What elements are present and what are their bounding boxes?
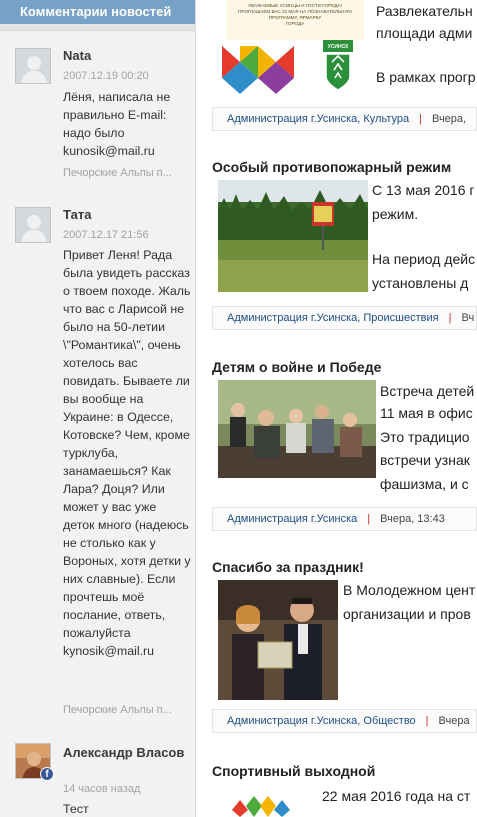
person-silhouette-icon[interactable] — [15, 48, 51, 84]
comment-author[interactable]: Александр Власов — [63, 743, 191, 762]
comment-text: Привет Леня! Рада была увидеть рассказ о… — [63, 248, 191, 658]
article-excerpt: В рамках прогр — [376, 69, 476, 85]
article-excerpt: С 13 мая 2016 г — [372, 182, 475, 198]
article-category-link[interactable]: Администрация г.Усинска, Общество — [227, 715, 416, 727]
facebook-icon: f — [40, 767, 54, 781]
article-title[interactable]: Детям о войне и Победе — [212, 358, 381, 376]
comment-date: 14 часов назад — [63, 783, 141, 795]
news-article: Особый противопожарный режим С 13 мая 20… — [212, 158, 477, 338]
article-excerpt: режим. — [372, 206, 419, 222]
article-title[interactable]: Особый противопожарный режим — [212, 158, 451, 176]
comment-item: Тата 2007.12.17 21:56 Привет Леня! Рада … — [0, 207, 195, 722]
article-excerpt: На период дейс — [372, 251, 476, 267]
comment-author[interactable]: Тата — [63, 207, 191, 223]
comment-source-link[interactable]: Печорские Альпы п... — [63, 703, 172, 717]
article-date: Вчера, 13:43 — [380, 513, 445, 525]
article-meta-bar: Администрация г.Усинска, Культура | Вчера, — [212, 107, 477, 131]
comment-text: Лёня, написала не правильно E-mail: надо… — [63, 90, 171, 158]
article-meta-bar: Администрация г.Усинска, Общество | Вчера — [212, 709, 477, 733]
comment-item: f Александр Власов 14 часов назад Тест — [0, 743, 195, 817]
article-date: Вчера, — [431, 113, 467, 125]
article-thumbnail[interactable] — [218, 786, 308, 817]
article-thumbnail[interactable]: УВАЖАЕМЫЕ УСИНЦЫ И ГОСТИ ГОРОДА! ПРИГЛАШ… — [218, 0, 372, 94]
article-excerpt: фашизма, и с — [380, 476, 469, 492]
article-excerpt: 11 мая в офис — [380, 405, 473, 421]
article-title[interactable]: Спасибо за праздник! — [212, 558, 364, 576]
article-thumbnail[interactable] — [218, 380, 376, 478]
news-article: УВАЖАЕМЫЕ УСИНЦЫ И ГОСТИ ГОРОДА! ПРИГЛАШ… — [212, 0, 477, 132]
article-excerpt: Это традицио — [380, 429, 470, 445]
article-date: Вчера — [438, 715, 470, 727]
news-article: Спортивный выходной 22 мая 2016 года на … — [212, 762, 477, 817]
meta-separator: | — [425, 715, 429, 727]
comment-author[interactable]: Nata — [63, 48, 191, 64]
article-excerpt: В Молодежном цент — [343, 582, 476, 598]
poster-text: УСИНСК — [328, 44, 350, 50]
comment-date: 2007.12.19 00:20 — [63, 70, 149, 82]
article-excerpt: площади адми — [376, 25, 473, 41]
news-article: Детям о войне и Победе Встреча детей 11 … — [212, 358, 477, 538]
article-thumbnail[interactable] — [218, 580, 338, 700]
news-comments-sidebar: Комментарии новостей Nata 2007.12.19 00:… — [0, 0, 196, 817]
article-title[interactable]: Спортивный выходной — [212, 762, 375, 780]
meta-separator: | — [448, 312, 452, 324]
poster-text: ГОРОДА — [286, 21, 305, 26]
comment-source-link[interactable]: Печорские Альпы п... — [63, 166, 172, 180]
meta-separator: | — [419, 113, 422, 125]
poster-text: ПРОГРАММУ, ЯРМАРКУ — [269, 15, 322, 20]
article-thumbnail[interactable] — [218, 180, 368, 292]
sidebar-divider — [0, 24, 195, 31]
poster-text: ПРИГЛАШАЕМ ВАС 22 МАЯ НА ПОЗНАВАТЕЛЬНУЮ — [238, 9, 352, 14]
article-excerpt: Встреча детей — [380, 383, 475, 399]
sidebar-title: Комментарии новостей — [0, 0, 195, 24]
article-category-link[interactable]: Администрация г.Усинска, Происшествия — [227, 312, 439, 324]
poster-text: УВАЖАЕМЫЕ УСИНЦЫ И ГОСТИ ГОРОДА! — [248, 3, 342, 8]
person-silhouette-icon[interactable] — [15, 207, 51, 243]
article-category-link[interactable]: Администрация г.Усинска — [227, 513, 357, 525]
comment-item: Nata 2007.12.19 00:20 Лёня, написала не … — [0, 48, 195, 188]
comment-text: Тест — [63, 802, 89, 816]
meta-separator: | — [367, 513, 371, 525]
article-meta-bar: Администрация г.Усинска, Происшествия | Вч — [212, 306, 477, 330]
article-meta-bar: Администрация г.Усинска | Вчера, 13:43 — [212, 507, 477, 531]
article-excerpt: организации и пров — [343, 606, 471, 622]
news-article: Спасибо за праздник! В Молодежном цент о… — [212, 558, 477, 738]
article-excerpt: Развлекательн — [376, 3, 473, 19]
article-category-link[interactable]: Администрация г.Усинска, Культура — [227, 113, 409, 125]
comment-date: 2007.12.17 21:56 — [63, 229, 149, 241]
article-excerpt: 22 мая 2016 года на ст — [322, 788, 471, 804]
article-excerpt: установлены д — [372, 275, 469, 291]
article-date: Вч — [461, 312, 475, 324]
article-excerpt: встречи узнак — [380, 452, 470, 468]
